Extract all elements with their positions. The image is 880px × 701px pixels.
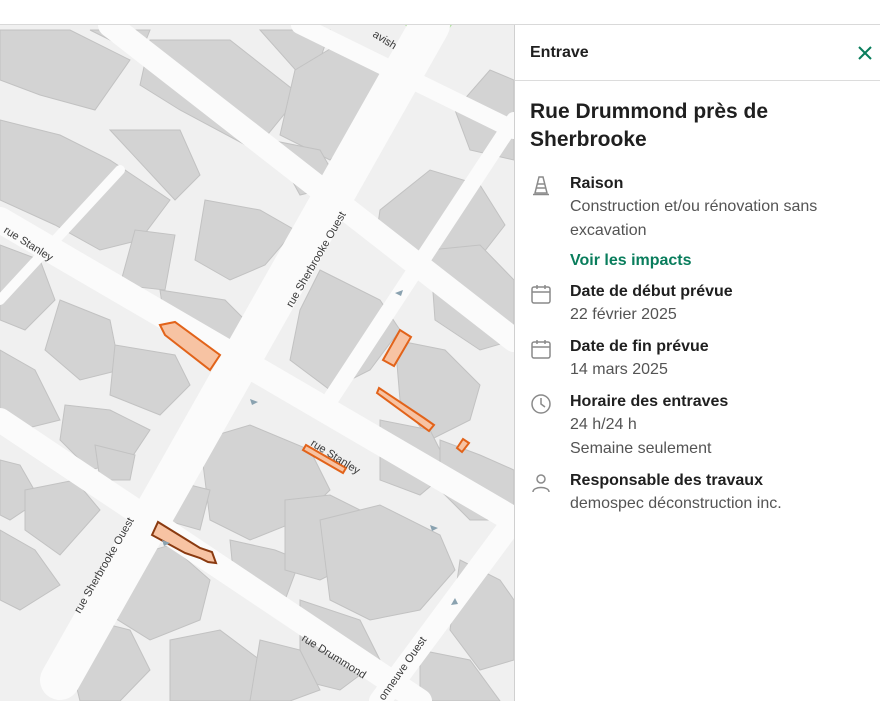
row-icon-wrap [530,173,570,272]
detail-row-start: Date de début prévue 22 février 2025 [530,281,865,327]
row-icon-wrap [530,281,570,327]
responsible-label: Responsable des travaux [570,472,763,489]
clock-icon [531,394,551,414]
detail-list: Raison Construction et/ou rénovation san… [515,154,880,516]
row-icon-wrap [530,336,570,382]
reason-value: Construction et/ou rénovation sans excav… [570,198,818,239]
responsible-value: demospec déconstruction inc. [570,495,782,512]
map-canvas[interactable]: avish rue Stanley rue Stanley rue Sherbr… [0,25,514,701]
panel-header: Entrave [515,25,880,81]
detail-row-schedule: Horaire des entraves 24 h/24 h Semaine s… [530,391,865,461]
row-icon-wrap [530,391,570,461]
detail-row-end: Date de fin prévue 14 mars 2025 [530,336,865,382]
top-bar [0,0,880,25]
close-icon [858,45,872,60]
schedule-value-hours: 24 h/24 h [570,416,637,433]
view-impacts-link[interactable]: Voir les impacts [570,250,692,272]
calendar-icon [531,285,551,304]
map-view[interactable]: avish rue Stanley rue Stanley rue Sherbr… [0,25,514,701]
detail-row-responsible: Responsable des travaux demospec déconst… [530,470,865,516]
start-date-value: 22 février 2025 [570,306,677,323]
panel-header-title: Entrave [530,43,589,61]
row-icon-wrap [530,470,570,516]
end-date-value: 14 mars 2025 [570,361,668,378]
schedule-label: Horaire des entraves [570,393,729,410]
person-icon [532,474,550,493]
schedule-value-days: Semaine seulement [570,440,712,457]
reason-label: Raison [570,175,624,192]
page-title: Rue Drummond près de Sherbrooke [530,100,769,151]
detail-panel: Entrave Rue Drummond près de Sherbrooke … [514,25,880,701]
end-date-label: Date de fin prévue [570,338,709,355]
traffic-cone-icon [533,176,549,196]
calendar-icon [531,340,551,359]
close-button[interactable] [850,38,880,68]
start-date-label: Date de début prévue [570,283,733,300]
detail-row-reason: Raison Construction et/ou rénovation san… [530,173,865,272]
